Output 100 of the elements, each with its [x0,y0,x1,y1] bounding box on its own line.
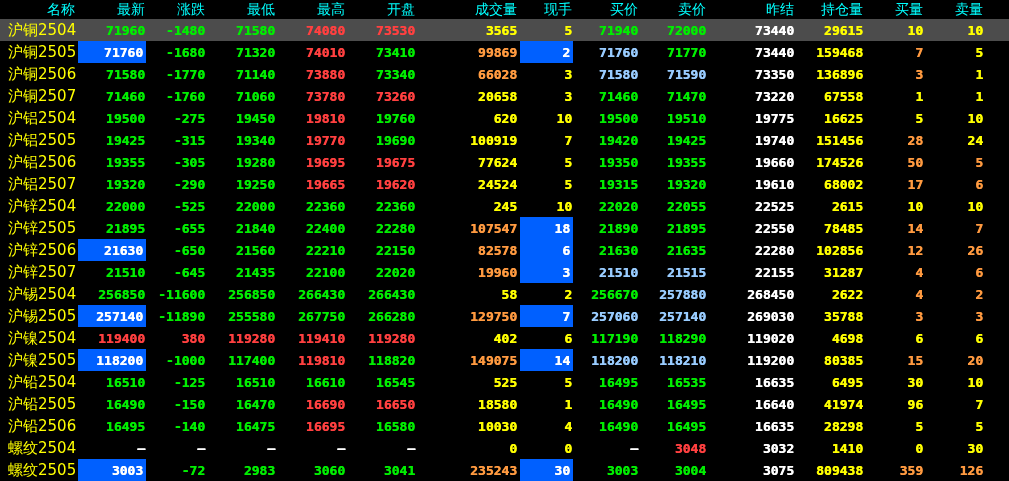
table-cell-text: 16580 [374,418,416,436]
table-cell: 2 [520,41,573,63]
table-cell-text: 3060 [312,462,346,480]
contract-name[interactable]: 沪铜2504 [0,19,78,41]
table-cell-text: 16490 [597,418,639,436]
table-cell-text: 16495 [104,418,146,436]
table-cell-text: 7 [974,220,984,238]
selected-row[interactable]: 沪铜2504 71960 -1480 71580 74080 73530 3565 5 71940 72000 73440 29615 10 10 [0,19,1009,41]
table-cell-text: 31287 [822,264,864,282]
contract-name[interactable]: 沪铝2507 [0,173,78,195]
table-cell-text: -11600 [157,286,206,304]
table-cell-text: 71580 [104,66,146,84]
column-header[interactable]: 成交量 [418,0,520,19]
table-cell-text: 3041 [382,462,416,480]
table-cell-text: 19500 [104,110,146,128]
table-cell-text: 267750 [297,308,346,326]
table-cell-text: 73340 [374,66,416,84]
table-cell-text: 21510 [597,264,639,282]
table-cell-text: 100919 [469,132,518,150]
contract-name[interactable]: 沪锌2505 [0,217,78,239]
column-header[interactable]: 买价 [575,0,641,19]
table-cell-text: 2615 [830,198,864,216]
contract-name[interactable]: 沪铅2505 [0,393,78,415]
table-cell-text: 16490 [597,396,639,414]
column-header[interactable]: 持仓量 [797,0,866,19]
table-cell: 257140 [78,305,146,327]
table-cell-text: 102856 [815,242,864,260]
table-cell-text: 73880 [304,66,346,84]
table-cell-text: 15 [906,352,924,370]
table-cell-text: 21890 [597,220,639,238]
table-cell-text: 149075 [469,352,518,370]
table-cell-text: 73530 [374,22,416,40]
column-header[interactable]: 涨跌 [148,0,208,19]
contract-name[interactable]: 螺纹2504 [0,437,78,459]
table-cell-text: 82578 [476,242,518,260]
table-cell-text: 20658 [476,88,518,106]
table-cell-text: 5 [974,44,984,62]
table-cell-text: 19740 [753,132,795,150]
contract-name[interactable]: 沪铝2505 [0,129,78,151]
contract-name[interactable]: 沪铝2506 [0,151,78,173]
table-cell-text: 80385 [822,352,864,370]
contract-name[interactable]: 沪铅2506 [0,415,78,437]
table-cell-text: 119280 [227,330,276,348]
table-cell-text: 22550 [753,220,795,238]
table-cell-text: 26 [966,242,984,260]
table-cell-text: 50 [906,154,924,172]
column-header[interactable]: 最新 [78,0,148,19]
contract-name[interactable]: 沪锌2506 [0,239,78,261]
contract-name[interactable]: 沪锌2504 [0,195,78,217]
table-cell-text: 266430 [297,286,346,304]
column-header[interactable]: 最高 [278,0,348,19]
column-header[interactable]: 买量 [866,0,926,19]
table-cell-text: 19350 [597,154,639,172]
table-cell-text: -125 [172,374,206,392]
contract-name[interactable]: 沪铜2506 [0,63,78,85]
table-cell-text: 19510 [665,110,707,128]
table-cell-text: 3 [563,88,573,106]
contract-name[interactable]: 沪铝2504 [0,107,78,129]
contract-name[interactable]: 沪锌2507 [0,261,78,283]
contract-name[interactable]: 沪锡2505 [0,305,78,327]
table-cell-text: 19610 [753,176,795,194]
contract-name[interactable]: 沪铜2507 [0,85,78,107]
table-cell-text: 16510 [234,374,276,392]
table-cell-text: 4698 [830,330,864,348]
table-cell-text: 5 [974,154,984,172]
column-header[interactable]: 最低 [208,0,278,19]
column-header[interactable]: 卖量 [926,0,986,19]
table-cell-text: 5 [563,374,573,392]
table-cell-text: 73260 [374,88,416,106]
table-cell-text: 129750 [469,308,518,326]
table-cell-text: 73440 [753,44,795,62]
column-header[interactable]: 卖价 [641,0,709,19]
table-cell-text: 73780 [304,88,346,106]
column-header[interactable]: 昨结 [709,0,797,19]
contract-name[interactable]: 螺纹2505 [0,459,78,481]
contract-name[interactable]: 沪锡2504 [0,283,78,305]
table-cell-text: 21635 [665,242,707,260]
contract-name[interactable]: 沪铜2505 [0,41,78,63]
table-cell-text: 19810 [304,110,346,128]
table-cell-text: 99869 [476,44,518,62]
table-cell-text: 19420 [597,132,639,150]
column-header[interactable]: 现手 [520,0,575,19]
table-cell-text: 7 [974,396,984,414]
table-cell-text: 255580 [227,308,276,326]
table-cell-text: 20 [966,352,984,370]
contract-name[interactable]: 沪镍2505 [0,349,78,371]
table-cell-text: 3048 [673,440,707,458]
table-cell-text: 22020 [374,264,416,282]
table-cell-text: 525 [492,374,518,392]
table-cell-text: 22360 [374,198,416,216]
column-header[interactable]: 名称 [0,0,78,19]
table-cell: 21630 [78,239,146,261]
contract-name[interactable]: 沪铅2504 [0,371,78,393]
table-cell-text: 71590 [665,66,707,84]
table-cell-text: 3 [914,66,924,84]
table-cell-text: 21560 [234,242,276,260]
column-header[interactable]: 开盘 [348,0,418,19]
table-cell-text: 19660 [753,154,795,172]
contract-name[interactable]: 沪镍2504 [0,327,78,349]
table-cell-text: 28 [906,132,924,150]
